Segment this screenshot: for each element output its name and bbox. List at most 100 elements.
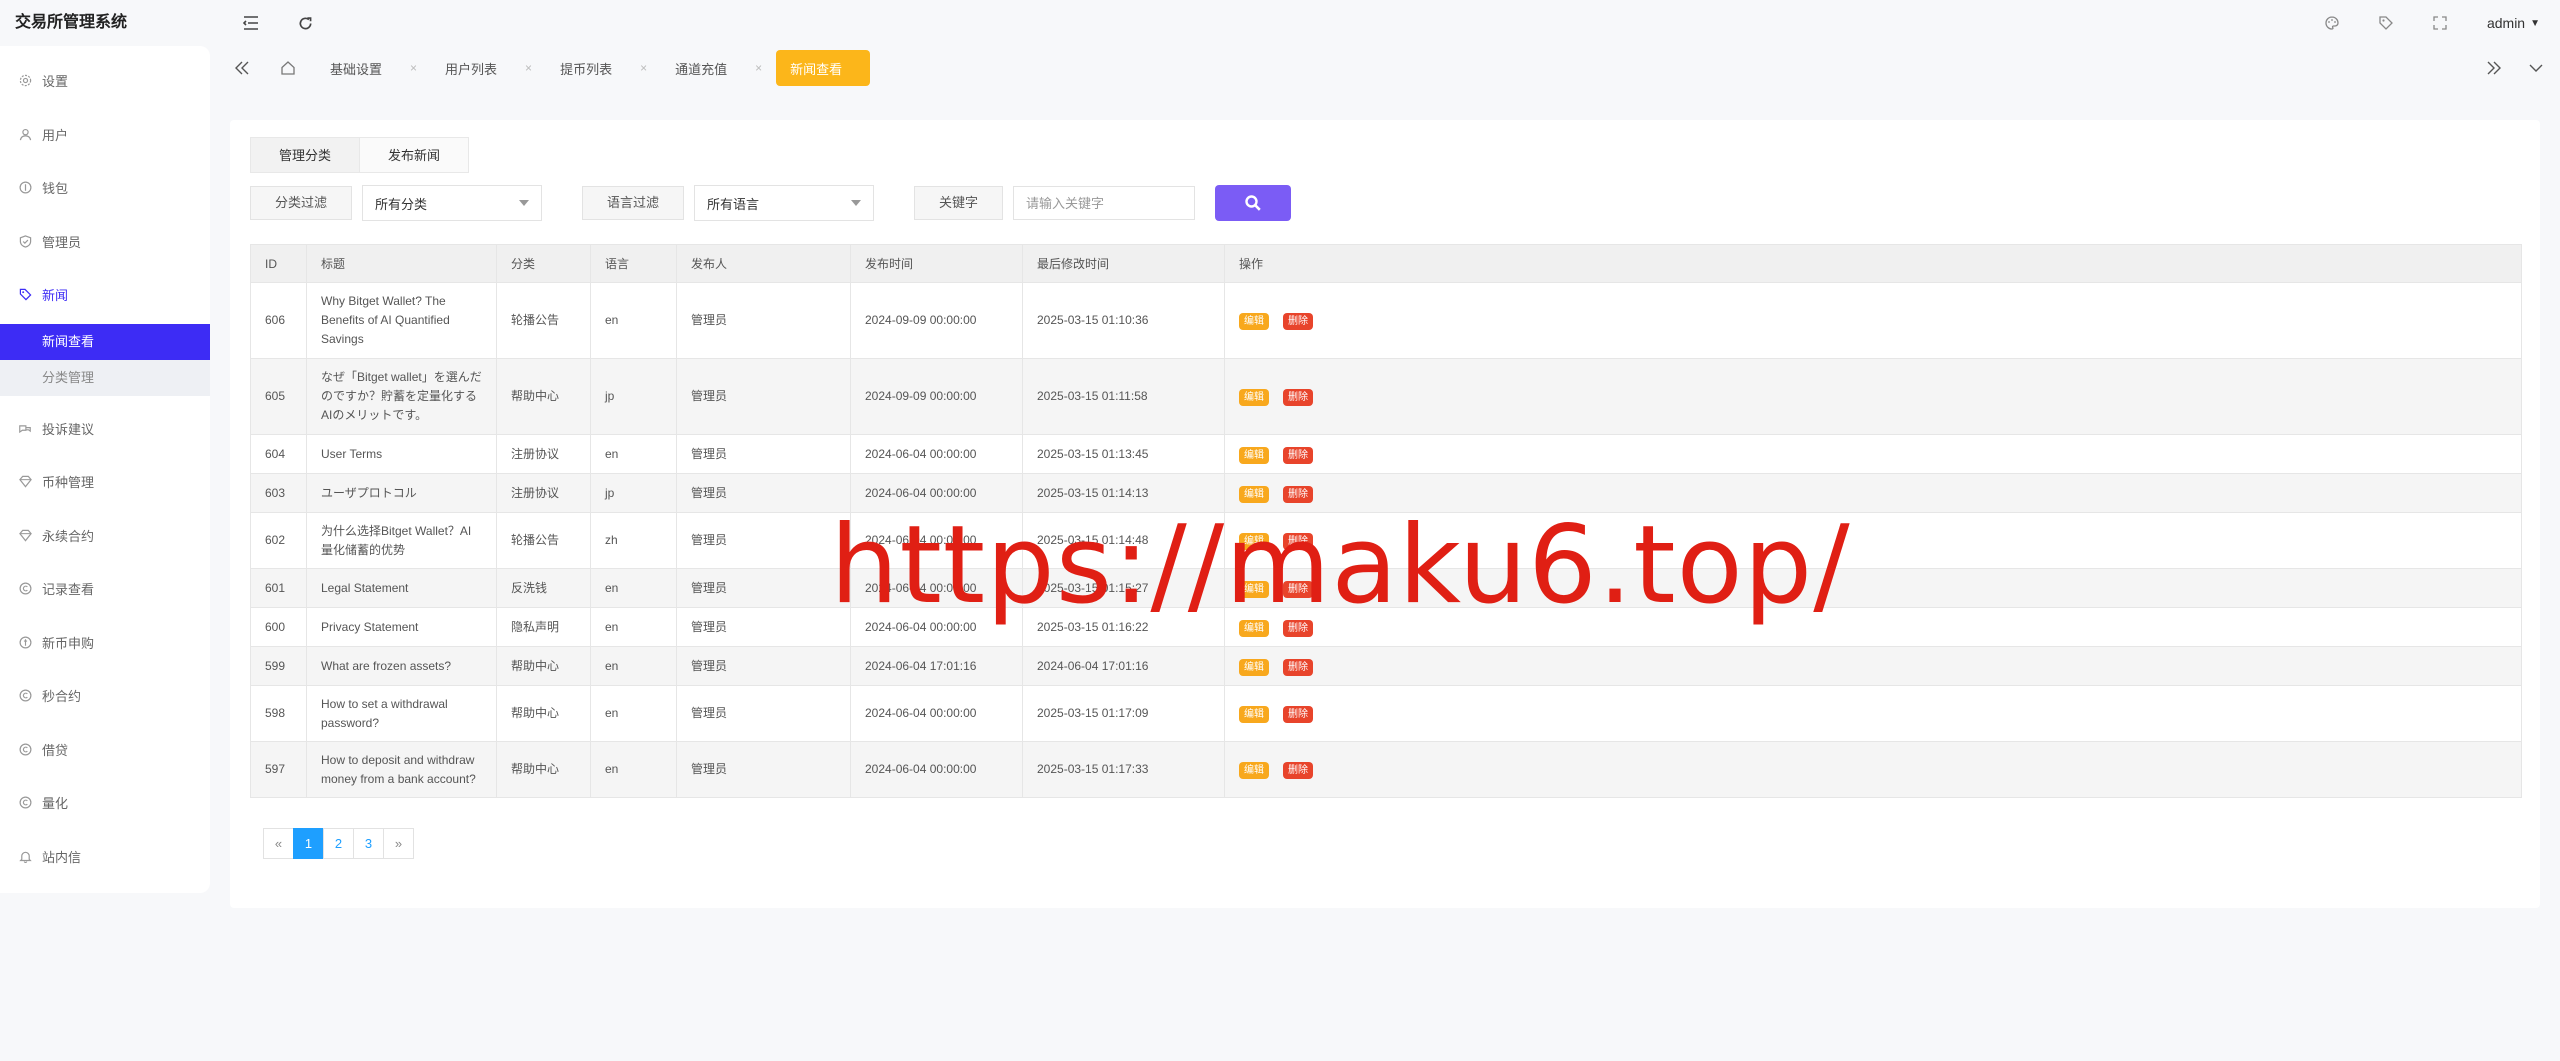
column-header: 语言 [590,244,677,283]
table-row[interactable]: 603 ユーザプロトコル 注册协议 jp 管理员 2024-06-04 00:00:00 2… [250,473,2522,513]
theme-palette-icon[interactable] [2321,12,2343,34]
table-row[interactable]: 599 What are frozen assets? 帮助中心 en 管理员 2024-… [250,646,2522,686]
table-row[interactable]: 606 Why Bitget Wallet? The Benefits of AI… [250,282,2522,359]
close-tab-icon[interactable]: × [640,61,647,75]
edit-button[interactable]: 编辑 [1239,580,1269,598]
news-card: 管理分类 发布新闻 分类过滤 所有分类 语言过滤 所有语言 关键字 请输入关键字… [230,120,2540,908]
cell-modified: 2025-03-15 01:14:48 [1022,512,1225,569]
table-row[interactable]: 602 为什么选择Bitget Wallet？AI量化储蓄的优势 轮播公告 zh 管理… [250,512,2522,569]
refresh-icon[interactable] [294,12,316,34]
cell-lang: en [590,607,677,647]
copyright-icon [18,742,32,756]
pager-prev-button[interactable]: « [263,828,294,859]
cell-title: 为什么选择Bitget Wallet？AI量化储蓄的优势 [306,512,497,569]
page-tab-0[interactable]: 基础设置 × [316,50,431,86]
cell-id: 606 [250,282,307,359]
sidebar-item-3[interactable]: 管理员 [0,215,210,269]
edit-button[interactable]: 编辑 [1239,389,1269,406]
table-row[interactable]: 598 How to set a withdrawal password? 帮助中心… [250,685,2522,742]
copyright-icon [18,582,32,596]
table-row[interactable]: 601 Legal Statement 反洗钱 en 管理员 2024-06-04 00:… [250,568,2522,608]
sidebar-item-0[interactable]: 设置 [0,54,210,108]
delete-button[interactable]: 删除 [1283,313,1313,330]
tabs-scroll-left-icon[interactable] [230,56,254,80]
home-icon[interactable] [276,56,300,80]
fullscreen-icon[interactable] [2429,12,2451,34]
tabs-menu-chevron-icon[interactable] [2524,56,2548,80]
pager-page-button[interactable]: 2 [323,828,354,859]
bell-icon [18,849,32,863]
collapse-menu-icon[interactable] [240,12,262,34]
user-menu[interactable]: admin ▼ [2487,15,2540,31]
pagination: «1 2 3» [263,828,2520,859]
edit-button[interactable]: 编辑 [1239,658,1269,676]
cell-modified: 2025-03-15 01:15:27 [1022,568,1225,608]
pager-page-button[interactable]: 1 [293,828,324,859]
close-tab-icon[interactable]: × [525,61,532,75]
page-tab-label: 新闻查看 [790,61,843,77]
edit-button[interactable]: 编辑 [1239,619,1269,637]
keyword-input[interactable] [1013,186,1196,220]
cell-author: 管理员 [676,685,851,742]
cell-category: 隐私声明 [496,607,591,647]
sidebar-subitem-1[interactable]: 分类管理 [0,359,210,396]
delete-button[interactable]: 删除 [1283,658,1313,676]
edit-button[interactable]: 编辑 [1239,313,1269,330]
language-select[interactable]: 所有语言 [694,185,875,221]
page-tab-3[interactable]: 通道充值 × [661,50,776,86]
category-select[interactable]: 所有分类 [362,185,543,221]
sidebar-item-7[interactable]: 永续合约 [0,509,210,563]
sidebar-item-13[interactable]: 站内信 [0,830,210,884]
edit-button[interactable]: 编辑 [1239,706,1269,723]
delete-button[interactable]: 删除 [1283,619,1313,637]
table-row[interactable]: 600 Privacy Statement 隐私声明 en 管理员 2024-06-04 … [250,607,2522,647]
edit-button[interactable]: 编辑 [1239,446,1269,464]
table-row[interactable]: 597 How to deposit and withdraw money fro… [250,741,2522,798]
sidebar-item-9[interactable]: 新币申购 [0,616,210,670]
cell-lang: en [590,434,677,474]
page-tab-4[interactable]: 新闻查看 [776,50,871,86]
sidebar-item-5[interactable]: 投诉建议 [0,402,210,456]
pager-next-button[interactable]: » [383,828,414,859]
delete-button[interactable]: 删除 [1283,485,1313,503]
table-row[interactable]: 604 User Terms 注册协议 en 管理员 2024-06-04 00:00:0… [250,434,2522,474]
sidebar-subitem-0[interactable]: 新闻查看 [0,323,210,360]
delete-button[interactable]: 删除 [1283,389,1313,406]
cell-modified: 2025-03-15 01:11:58 [1022,358,1225,435]
delete-button[interactable]: 删除 [1283,533,1313,550]
delete-button[interactable]: 删除 [1283,580,1313,598]
sidebar-item-6[interactable]: 币种管理 [0,455,210,509]
cell-author: 管理员 [676,607,851,647]
sidebar-item-4[interactable]: 新闻 [0,268,210,322]
manage-category-tab[interactable]: 管理分类 [250,137,361,173]
delete-button[interactable]: 删除 [1283,706,1313,723]
coin-icon [18,635,32,649]
sidebar-item-8[interactable]: 记录查看 [0,562,210,616]
close-tab-icon[interactable]: × [410,61,417,75]
table-row[interactable]: 605 なぜ「Bitget wallet」を選んだのですか？貯蓄を定量化するAIの… [250,358,2522,435]
sidebar-item-1[interactable]: 用户 [0,108,210,162]
close-tab-icon[interactable]: × [755,61,762,75]
edit-button[interactable]: 编辑 [1239,762,1269,779]
sidebar-item-10[interactable]: 秒合约 [0,669,210,723]
search-button[interactable] [1215,185,1292,221]
sidebar-item-label: 投诉建议 [42,421,95,437]
sidebar-item-12[interactable]: 量化 [0,776,210,830]
cell-modified: 2025-03-15 01:14:13 [1022,473,1225,513]
delete-button[interactable]: 删除 [1283,446,1313,464]
pager-page-button[interactable]: 3 [353,828,384,859]
cell-modified: 2025-03-15 01:16:22 [1022,607,1225,647]
sidebar-item-label: 永续合约 [42,528,95,544]
tabs-scroll-right-icon[interactable] [2482,56,2506,80]
publish-news-tab[interactable]: 发布新闻 [360,137,470,173]
edit-button[interactable]: 编辑 [1239,533,1269,550]
edit-button[interactable]: 编辑 [1239,485,1269,503]
delete-button[interactable]: 删除 [1283,762,1313,779]
sidebar-item-11[interactable]: 借贷 [0,723,210,777]
sidebar-item-label: 量化 [42,796,69,812]
sidebar-item-2[interactable]: 钱包 [0,161,210,215]
page-tab-2[interactable]: 提币列表 × [546,50,661,86]
tag-icon[interactable] [2375,12,2397,34]
page-tab-1[interactable]: 用户列表 × [431,50,546,86]
sidebar-nav: 设置 用户 钱包 管理员 新闻 新闻查看 分类管理投诉建议币种管理永续合约记录查看 新币申购秒… [0,46,210,893]
